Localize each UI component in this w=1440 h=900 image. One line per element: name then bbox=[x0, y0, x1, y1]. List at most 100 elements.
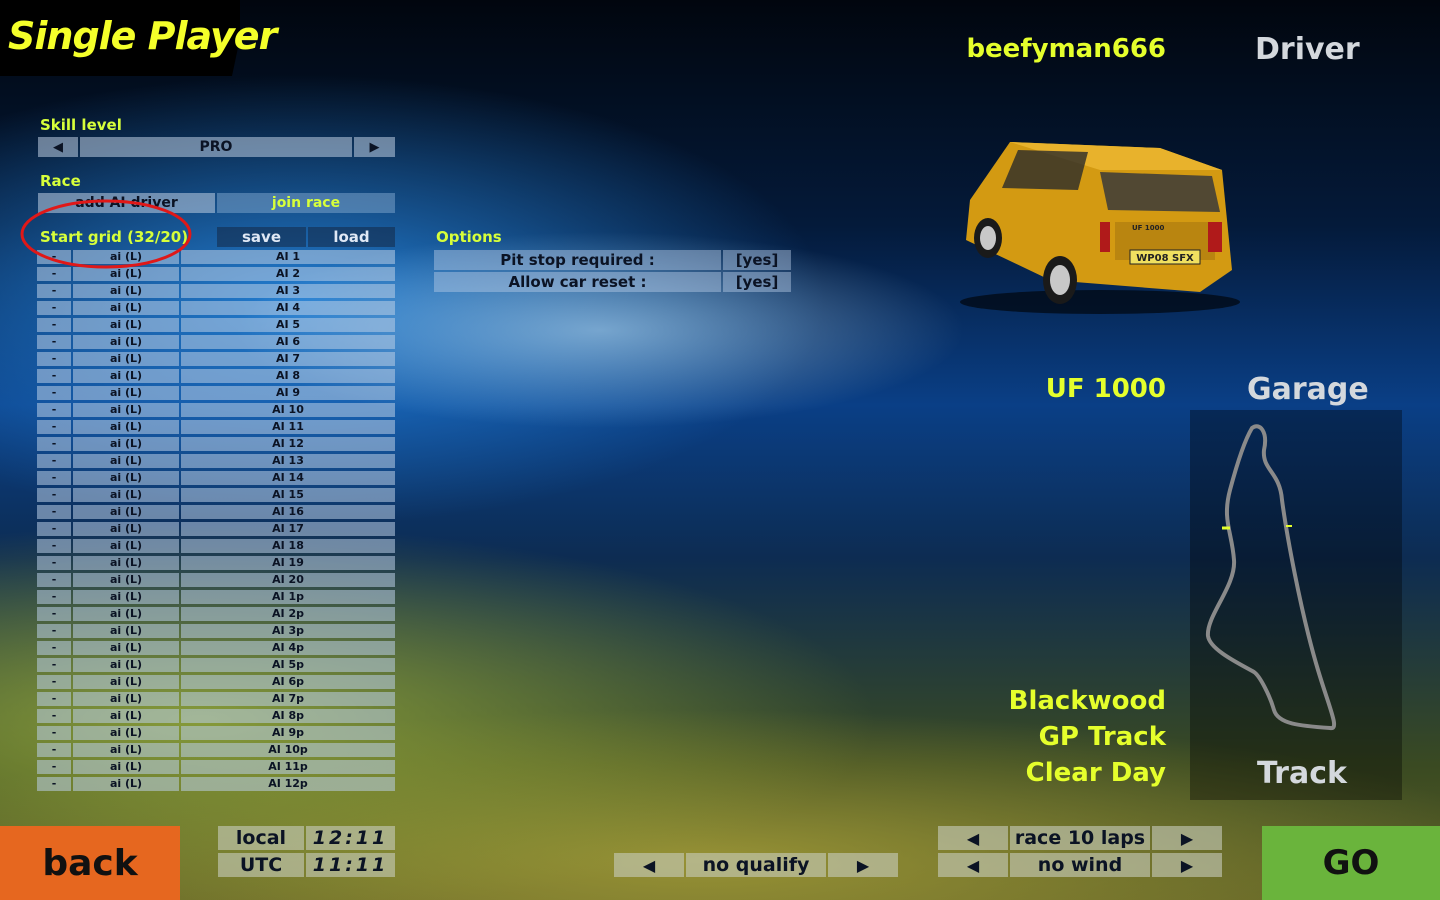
grid-row[interactable]: - ai (L) AI 13 bbox=[37, 454, 395, 468]
grid-row[interactable]: - ai (L) AI 9 bbox=[37, 386, 395, 400]
wind-prev-button[interactable]: ◀ bbox=[938, 853, 1008, 877]
grid-row[interactable]: - ai (L) AI 10p bbox=[37, 743, 395, 757]
grid-row-remove[interactable]: - bbox=[37, 624, 71, 638]
grid-row-name: AI 16 bbox=[181, 505, 395, 519]
qualify-value[interactable]: no qualify bbox=[686, 853, 826, 877]
grid-row-remove[interactable]: - bbox=[37, 437, 71, 451]
skill-prev-button[interactable]: ◀ bbox=[38, 137, 78, 157]
grid-row-remove[interactable]: - bbox=[37, 726, 71, 740]
grid-row[interactable]: - ai (L) AI 9p bbox=[37, 726, 395, 740]
grid-row-remove[interactable]: - bbox=[37, 335, 71, 349]
grid-row-type: ai (L) bbox=[73, 760, 179, 774]
skill-level-value[interactable]: PRO bbox=[80, 137, 352, 157]
grid-row-remove[interactable]: - bbox=[37, 403, 71, 417]
option-value[interactable]: [yes] bbox=[723, 272, 791, 292]
qualify-next-button[interactable]: ▶ bbox=[828, 853, 898, 877]
back-button[interactable]: back bbox=[0, 826, 180, 900]
load-grid-button[interactable]: load bbox=[308, 227, 395, 247]
grid-row-remove[interactable]: - bbox=[37, 318, 71, 332]
grid-row-remove[interactable]: - bbox=[37, 488, 71, 502]
grid-row-remove[interactable]: - bbox=[37, 692, 71, 706]
go-button[interactable]: GO bbox=[1262, 826, 1440, 900]
grid-row[interactable]: - ai (L) AI 5p bbox=[37, 658, 395, 672]
grid-row[interactable]: - ai (L) AI 4p bbox=[37, 641, 395, 655]
grid-row[interactable]: - ai (L) AI 14 bbox=[37, 471, 395, 485]
track-layout: GP Track bbox=[1038, 722, 1166, 752]
grid-row-name: AI 12 bbox=[181, 437, 395, 451]
qualify-prev-button[interactable]: ◀ bbox=[614, 853, 684, 877]
grid-row-remove[interactable]: - bbox=[37, 352, 71, 366]
grid-row-remove[interactable]: - bbox=[37, 471, 71, 485]
grid-row[interactable]: - ai (L) AI 2p bbox=[37, 607, 395, 621]
wind-next-button[interactable]: ▶ bbox=[1152, 853, 1222, 877]
grid-row-remove[interactable]: - bbox=[37, 539, 71, 553]
grid-row[interactable]: - ai (L) AI 19 bbox=[37, 556, 395, 570]
grid-row-remove[interactable]: - bbox=[37, 420, 71, 434]
join-race-button[interactable]: join race bbox=[217, 193, 395, 213]
grid-row[interactable]: - ai (L) AI 10 bbox=[37, 403, 395, 417]
grid-row[interactable]: - ai (L) AI 6 bbox=[37, 335, 395, 349]
grid-row[interactable]: - ai (L) AI 8p bbox=[37, 709, 395, 723]
grid-row[interactable]: - ai (L) AI 12p bbox=[37, 777, 395, 791]
laps-prev-button[interactable]: ◀ bbox=[938, 826, 1008, 850]
grid-row-remove[interactable]: - bbox=[37, 760, 71, 774]
skill-next-button[interactable]: ▶ bbox=[354, 137, 395, 157]
grid-row-name: AI 20 bbox=[181, 573, 395, 587]
grid-row-remove[interactable]: - bbox=[37, 709, 71, 723]
option-row-pit-stop[interactable]: Pit stop required : [yes] bbox=[434, 250, 791, 270]
grid-row[interactable]: - ai (L) AI 20 bbox=[37, 573, 395, 587]
grid-row-remove[interactable]: - bbox=[37, 301, 71, 315]
grid-row[interactable]: - ai (L) AI 15 bbox=[37, 488, 395, 502]
grid-row-remove[interactable]: - bbox=[37, 386, 71, 400]
grid-row-remove[interactable]: - bbox=[37, 369, 71, 383]
option-value[interactable]: [yes] bbox=[723, 250, 791, 270]
grid-row-name: AI 14 bbox=[181, 471, 395, 485]
grid-row-type: ai (L) bbox=[73, 301, 179, 315]
grid-row[interactable]: - ai (L) AI 11 bbox=[37, 420, 395, 434]
grid-row[interactable]: - ai (L) AI 16 bbox=[37, 505, 395, 519]
grid-row-remove[interactable]: - bbox=[37, 743, 71, 757]
left-arrow-icon: ◀ bbox=[642, 855, 656, 875]
grid-row-type: ai (L) bbox=[73, 624, 179, 638]
grid-row[interactable]: - ai (L) AI 11p bbox=[37, 760, 395, 774]
grid-row[interactable]: - ai (L) AI 5 bbox=[37, 318, 395, 332]
grid-row[interactable]: - ai (L) AI 7p bbox=[37, 692, 395, 706]
grid-row-remove[interactable]: - bbox=[37, 641, 71, 655]
wind-value[interactable]: no wind bbox=[1010, 853, 1150, 877]
grid-row-remove[interactable]: - bbox=[37, 590, 71, 604]
grid-row-name: AI 2p bbox=[181, 607, 395, 621]
grid-row-remove[interactable]: - bbox=[37, 556, 71, 570]
option-row-car-reset[interactable]: Allow car reset : [yes] bbox=[434, 272, 791, 292]
laps-next-button[interactable]: ▶ bbox=[1152, 826, 1222, 850]
grid-row-remove[interactable]: - bbox=[37, 658, 71, 672]
grid-row-name: AI 13 bbox=[181, 454, 395, 468]
grid-row-remove[interactable]: - bbox=[37, 505, 71, 519]
save-grid-button[interactable]: save bbox=[217, 227, 306, 247]
grid-row-type: ai (L) bbox=[73, 641, 179, 655]
option-label: Allow car reset : bbox=[434, 272, 721, 292]
grid-row-name: AI 3 bbox=[181, 284, 395, 298]
grid-row[interactable]: - ai (L) AI 3 bbox=[37, 284, 395, 298]
grid-row-remove[interactable]: - bbox=[37, 777, 71, 791]
grid-row[interactable]: - ai (L) AI 12 bbox=[37, 437, 395, 451]
grid-row-remove[interactable]: - bbox=[37, 675, 71, 689]
grid-row[interactable]: - ai (L) AI 7 bbox=[37, 352, 395, 366]
grid-row[interactable]: - ai (L) AI 4 bbox=[37, 301, 395, 315]
grid-row-remove[interactable]: - bbox=[37, 522, 71, 536]
grid-row[interactable]: - ai (L) AI 17 bbox=[37, 522, 395, 536]
grid-row[interactable]: - ai (L) AI 8 bbox=[37, 369, 395, 383]
garage-button[interactable]: Garage bbox=[1247, 372, 1369, 407]
race-laps-value[interactable]: race 10 laps bbox=[1010, 826, 1150, 850]
grid-row[interactable]: - ai (L) AI 6p bbox=[37, 675, 395, 689]
driver-button[interactable]: Driver bbox=[1255, 32, 1360, 67]
local-label: local bbox=[218, 826, 304, 850]
grid-row[interactable]: - ai (L) AI 1p bbox=[37, 590, 395, 604]
grid-row[interactable]: - ai (L) AI 3p bbox=[37, 624, 395, 638]
utc-time: 11:11 bbox=[306, 853, 395, 877]
track-button[interactable]: Track bbox=[1257, 756, 1347, 791]
grid-row[interactable]: - ai (L) AI 18 bbox=[37, 539, 395, 553]
grid-row-remove[interactable]: - bbox=[37, 454, 71, 468]
grid-row-remove[interactable]: - bbox=[37, 573, 71, 587]
grid-row-remove[interactable]: - bbox=[37, 607, 71, 621]
grid-row-remove[interactable]: - bbox=[37, 284, 71, 298]
